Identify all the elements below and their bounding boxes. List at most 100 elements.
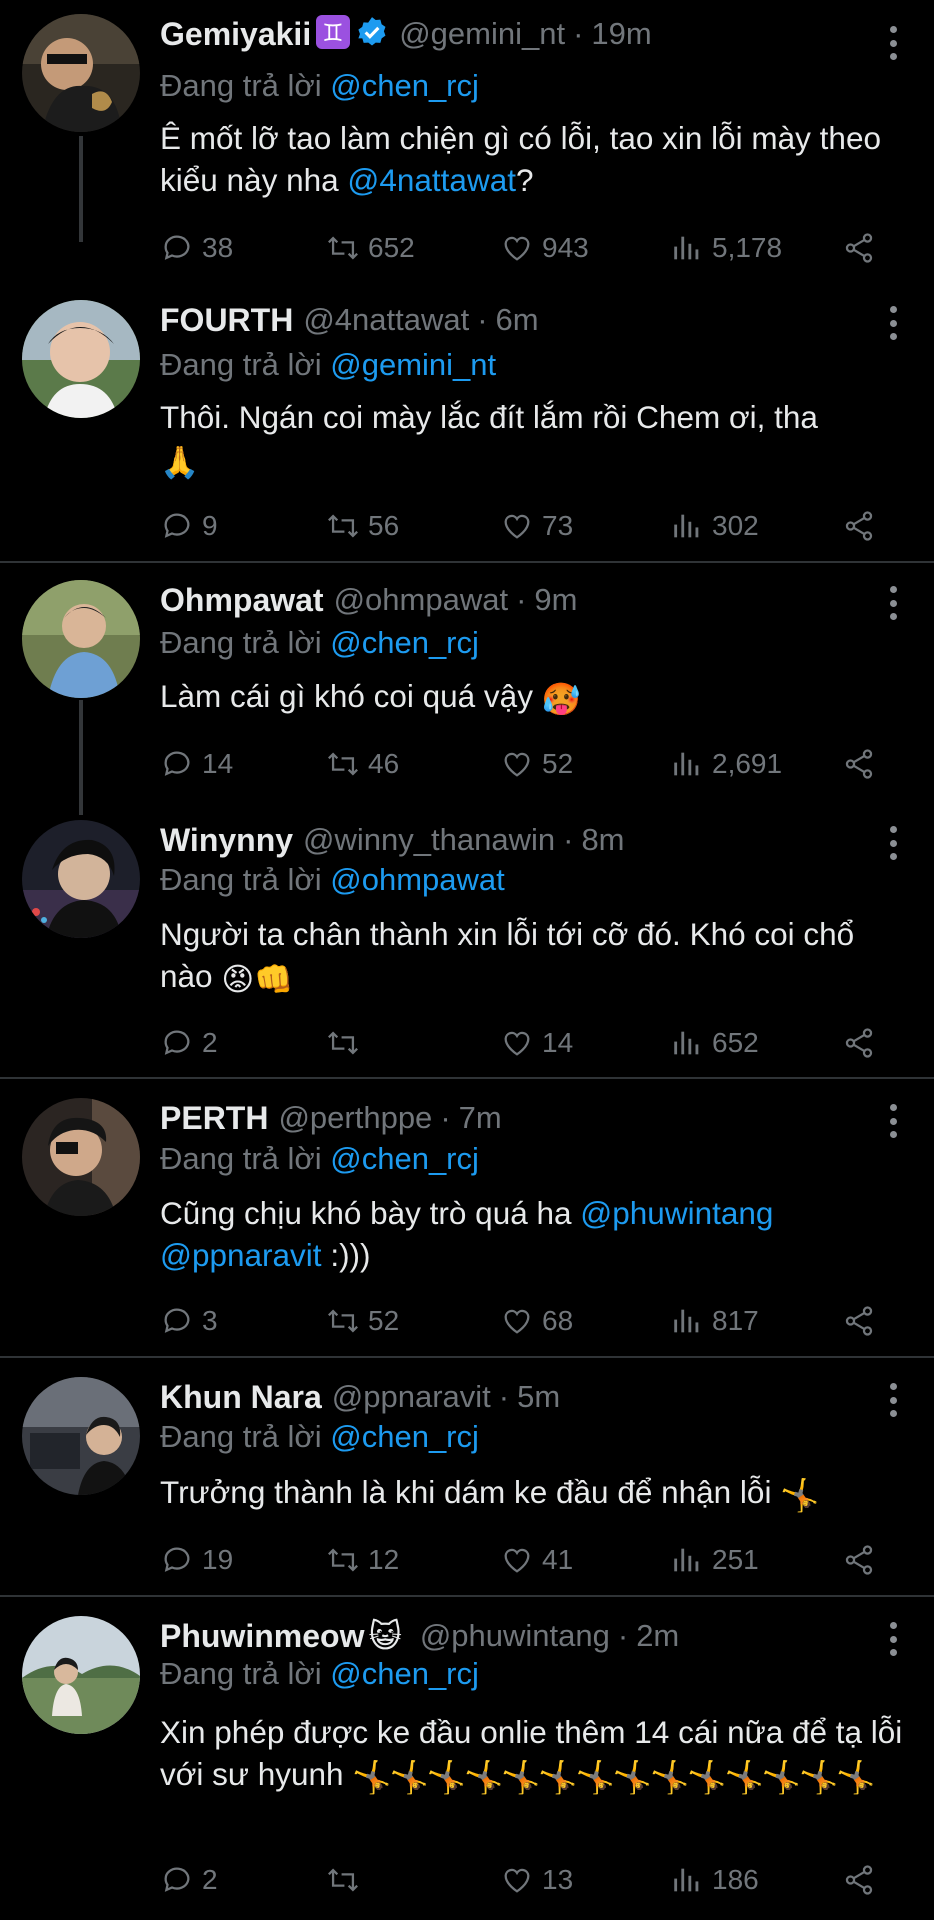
display-name[interactable]: Khun Nara (160, 1379, 322, 1416)
reply-button[interactable]: 14 (160, 744, 233, 784)
svg-text:♊: ♊ (322, 19, 344, 47)
retweet-icon (328, 1309, 358, 1333)
retweet-button[interactable] (326, 1860, 368, 1900)
cat-emoji-icon: 😺 (368, 1618, 402, 1654)
views-button[interactable]: 652 (670, 1023, 759, 1063)
retweet-button[interactable] (326, 1023, 368, 1063)
timestamp[interactable]: 2m (636, 1618, 679, 1654)
display-name[interactable]: Phuwinmeow (160, 1618, 364, 1655)
views-button[interactable]: 817 (670, 1301, 759, 1341)
avatar[interactable] (22, 580, 140, 698)
reply-button[interactable]: 38 (160, 228, 233, 268)
view-count: 186 (712, 1864, 759, 1895)
like-button[interactable]: 14 (500, 1023, 573, 1063)
heart-icon (504, 752, 530, 777)
more-options-icon[interactable] (888, 1622, 898, 1656)
retweet-button[interactable]: 46 (326, 744, 399, 784)
timestamp[interactable]: 8m (581, 822, 624, 858)
avatar[interactable] (22, 1616, 140, 1734)
reply-button[interactable]: 2 (160, 1860, 218, 1900)
action-bar: 19 12 41 251 (160, 1540, 890, 1580)
like-button[interactable]: 41 (500, 1540, 573, 1580)
display-name[interactable]: FOURTH (160, 302, 293, 339)
more-options-icon[interactable] (888, 826, 898, 860)
reply-mention-link[interactable]: @chen_rcj (330, 1141, 479, 1176)
timestamp[interactable]: 9m (534, 582, 577, 618)
more-options-icon[interactable] (888, 26, 898, 60)
reply-button[interactable]: 3 (160, 1301, 218, 1341)
heart-icon (504, 1548, 530, 1573)
share-button[interactable] (842, 228, 884, 268)
like-count: 13 (542, 1864, 574, 1895)
mention-link[interactable]: @4nattawat (347, 162, 516, 198)
text-segment: Thôi. Ngán coi mày lắc đít lắm rồi Chem … (160, 399, 818, 435)
display-name[interactable]: Gemiyakii (160, 16, 311, 53)
reply-mention-link[interactable]: @chen_rcj (330, 68, 479, 103)
username[interactable]: @ppnaravit (332, 1379, 491, 1415)
retweet-button[interactable]: 52 (326, 1301, 399, 1341)
retweet-button[interactable]: 56 (326, 506, 399, 546)
display-name[interactable]: Ohmpawat (160, 582, 324, 619)
avatar[interactable] (22, 820, 140, 938)
retweet-button[interactable]: 12 (326, 1540, 399, 1580)
more-options-icon[interactable] (888, 1383, 898, 1417)
like-button[interactable]: 68 (500, 1301, 573, 1341)
action-bar: 38 652 943 5,178 (160, 228, 890, 268)
tweet-header: Khun Nara @ppnaravit · 5m (160, 1377, 560, 1417)
username[interactable]: @gemini_nt (399, 16, 565, 52)
separator-dot: · (498, 1379, 510, 1414)
like-button[interactable]: 52 (500, 744, 573, 784)
views-button[interactable]: 2,691 (670, 744, 782, 784)
avatar[interactable] (22, 1377, 140, 1495)
timestamp[interactable]: 7m (459, 1100, 502, 1136)
timestamp[interactable]: 19m (591, 16, 651, 52)
retweet-icon (328, 1548, 358, 1572)
reply-mention-link[interactable]: @ohmpawat (330, 862, 505, 897)
share-button[interactable] (842, 1540, 884, 1580)
views-button[interactable]: 302 (670, 506, 759, 546)
avatar[interactable] (22, 14, 140, 132)
views-button[interactable]: 251 (670, 1540, 759, 1580)
retweet-button[interactable]: 652 (326, 228, 415, 268)
reply-mention-link[interactable]: @gemini_nt (330, 347, 496, 382)
username[interactable]: @4nattawat (303, 302, 469, 338)
username[interactable]: @ohmpawat (334, 582, 509, 618)
timestamp[interactable]: 5m (517, 1379, 560, 1415)
like-button[interactable]: 73 (500, 506, 573, 546)
reply-button[interactable]: 9 (160, 506, 218, 546)
like-button[interactable]: 943 (500, 228, 589, 268)
views-button[interactable]: 5,178 (670, 228, 782, 268)
more-options-icon[interactable] (888, 1104, 898, 1138)
display-name[interactable]: PERTH (160, 1100, 268, 1137)
views-button[interactable]: 186 (670, 1860, 759, 1900)
avatar[interactable] (22, 1098, 140, 1216)
reply-mention-link[interactable]: @chen_rcj (330, 1656, 479, 1691)
reply-button[interactable]: 19 (160, 1540, 233, 1580)
reply-mention-link[interactable]: @chen_rcj (330, 625, 479, 660)
views-icon (674, 1309, 699, 1333)
share-button[interactable] (842, 744, 884, 784)
share-button[interactable] (842, 1860, 884, 1900)
view-count: 302 (712, 510, 759, 541)
mention-link[interactable]: @ppnaravit (160, 1237, 322, 1273)
more-options-icon[interactable] (888, 586, 898, 620)
replying-to: Đang trả lời @gemini_nt (160, 347, 496, 383)
reply-button[interactable]: 2 (160, 1023, 218, 1063)
replying-to: Đang trả lời @chen_rcj (160, 1419, 479, 1455)
username[interactable]: @phuwintang (420, 1618, 610, 1654)
mention-link[interactable]: @phuwintang (580, 1195, 773, 1231)
share-button[interactable] (842, 1023, 884, 1063)
more-options-icon[interactable] (888, 306, 898, 340)
timestamp[interactable]: 6m (496, 302, 539, 338)
display-name[interactable]: Winynny (160, 822, 293, 859)
share-button[interactable] (842, 506, 884, 546)
username[interactable]: @perthppe (278, 1100, 432, 1136)
username[interactable]: @winny_thanawin (303, 822, 555, 858)
replying-to: Đang trả lời @chen_rcj (160, 1656, 479, 1692)
share-icon (845, 749, 873, 779)
avatar[interactable] (22, 300, 140, 418)
share-button[interactable] (842, 1301, 884, 1341)
reply-mention-link[interactable]: @chen_rcj (330, 1419, 479, 1454)
retweet-count: 12 (368, 1544, 400, 1575)
like-button[interactable]: 13 (500, 1860, 573, 1900)
